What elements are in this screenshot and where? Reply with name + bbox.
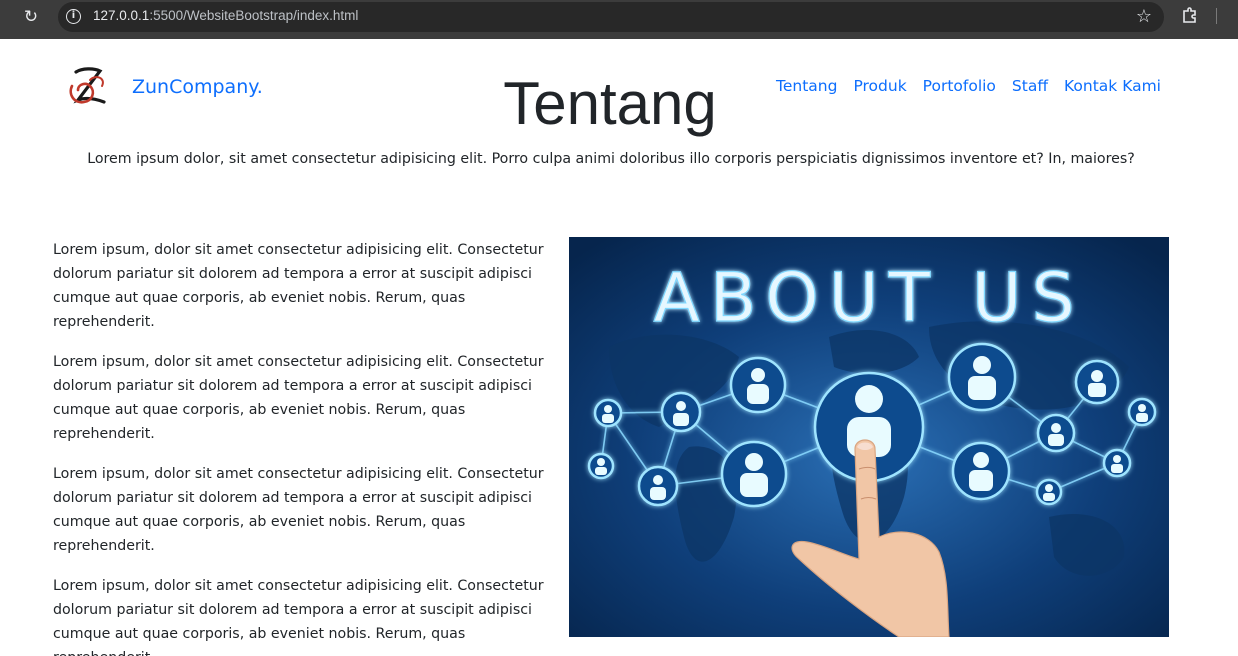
- nav-link-staff[interactable]: Staff: [1012, 77, 1048, 95]
- nav-link-produk[interactable]: Produk: [853, 77, 906, 95]
- nav-link-tentang[interactable]: Tentang: [776, 77, 837, 95]
- about-paragraph: Lorem ipsum, dolor sit amet consectetur …: [53, 354, 544, 442]
- nav-link-kontak-kami[interactable]: Kontak Kami: [1064, 77, 1161, 95]
- about-paragraph: Lorem ipsum, dolor sit amet consectetur …: [53, 578, 544, 656]
- url-path: :5500/WebsiteBootstrap/index.html: [149, 8, 359, 23]
- about-paragraph: Lorem ipsum, dolor sit amet consectetur …: [53, 242, 544, 330]
- toolbar-divider: [1216, 8, 1217, 24]
- url-text[interactable]: 127.0.0.1:5500/WebsiteBootstrap/index.ht…: [93, 8, 358, 23]
- about-us-banner-text: ABOUT US: [653, 259, 1084, 338]
- reload-icon[interactable]: ↻: [19, 5, 43, 29]
- about-text-column: Lorem ipsum, dolor sit amet consectetur …: [53, 238, 565, 656]
- section-lead: Lorem ipsum dolor, sit amet consectetur …: [87, 151, 1135, 167]
- browser-toolbar: ↻ i 127.0.0.1:5500/WebsiteBootstrap/inde…: [0, 0, 1238, 39]
- url-host: 127.0.0.1: [93, 8, 150, 23]
- about-paragraph: Lorem ipsum, dolor sit amet consectetur …: [53, 466, 544, 554]
- nav-link-portofolio[interactable]: Portofolio: [923, 77, 996, 95]
- about-us-image: ABOUT US: [569, 237, 1169, 637]
- star-icon[interactable]: ☆: [1136, 6, 1152, 28]
- extensions-icon[interactable]: [1180, 6, 1200, 26]
- address-bar[interactable]: i 127.0.0.1:5500/WebsiteBootstrap/index.…: [58, 2, 1164, 32]
- info-icon[interactable]: i: [66, 9, 81, 24]
- main-nav: Tentang Produk Portofolio Staff Kontak K…: [776, 77, 1161, 95]
